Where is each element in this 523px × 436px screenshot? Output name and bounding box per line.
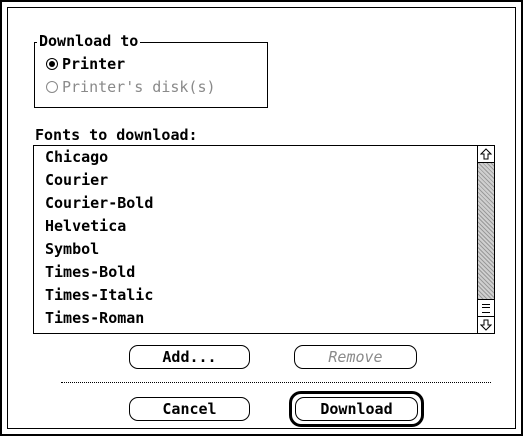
download-to-title: Download to <box>37 32 141 50</box>
scroll-thumb-icon[interactable] <box>478 299 494 317</box>
scroll-track[interactable] <box>478 162 494 299</box>
fonts-list-title: Fonts to download: <box>35 126 198 144</box>
list-item[interactable]: Chicago <box>34 146 478 169</box>
list-item[interactable]: Helvetica <box>34 215 478 238</box>
download-fonts-dialog: Download to Printer Printer's disk(s) Fo… <box>0 0 523 436</box>
fonts-listbox[interactable]: Chicago Courier Courier-Bold Helvetica S… <box>33 145 495 334</box>
list-item[interactable]: Times-Bold <box>34 261 478 284</box>
list-item[interactable]: Courier-Bold <box>34 192 478 215</box>
list-item[interactable]: Times-Roman <box>34 307 478 330</box>
down-arrow-icon[interactable] <box>478 316 494 333</box>
radio-printer-label: Printer <box>62 55 126 73</box>
download-to-groupbox: Download to Printer Printer's disk(s) <box>34 32 268 108</box>
radio-button-printer[interactable] <box>46 58 58 70</box>
divider <box>61 382 491 383</box>
cancel-button[interactable]: Cancel <box>129 397 250 421</box>
fonts-list-items: Chicago Courier Courier-Bold Helvetica S… <box>34 146 478 333</box>
download-button[interactable]: Download <box>295 397 418 421</box>
radio-button-printer-disk <box>46 81 58 93</box>
radio-printer-disk-label: Printer's disk(s) <box>62 78 216 96</box>
add-button[interactable]: Add... <box>129 345 250 369</box>
radio-printer-option[interactable]: Printer <box>46 56 125 72</box>
up-arrow-icon[interactable] <box>478 146 494 163</box>
radio-printer-disk-option: Printer's disk(s) <box>46 79 216 95</box>
list-item[interactable]: Courier <box>34 169 478 192</box>
remove-button: Remove <box>294 345 417 369</box>
list-item[interactable]: Symbol <box>34 238 478 261</box>
fonts-scrollbar[interactable] <box>477 146 494 333</box>
list-item[interactable]: Times-Italic <box>34 284 478 307</box>
